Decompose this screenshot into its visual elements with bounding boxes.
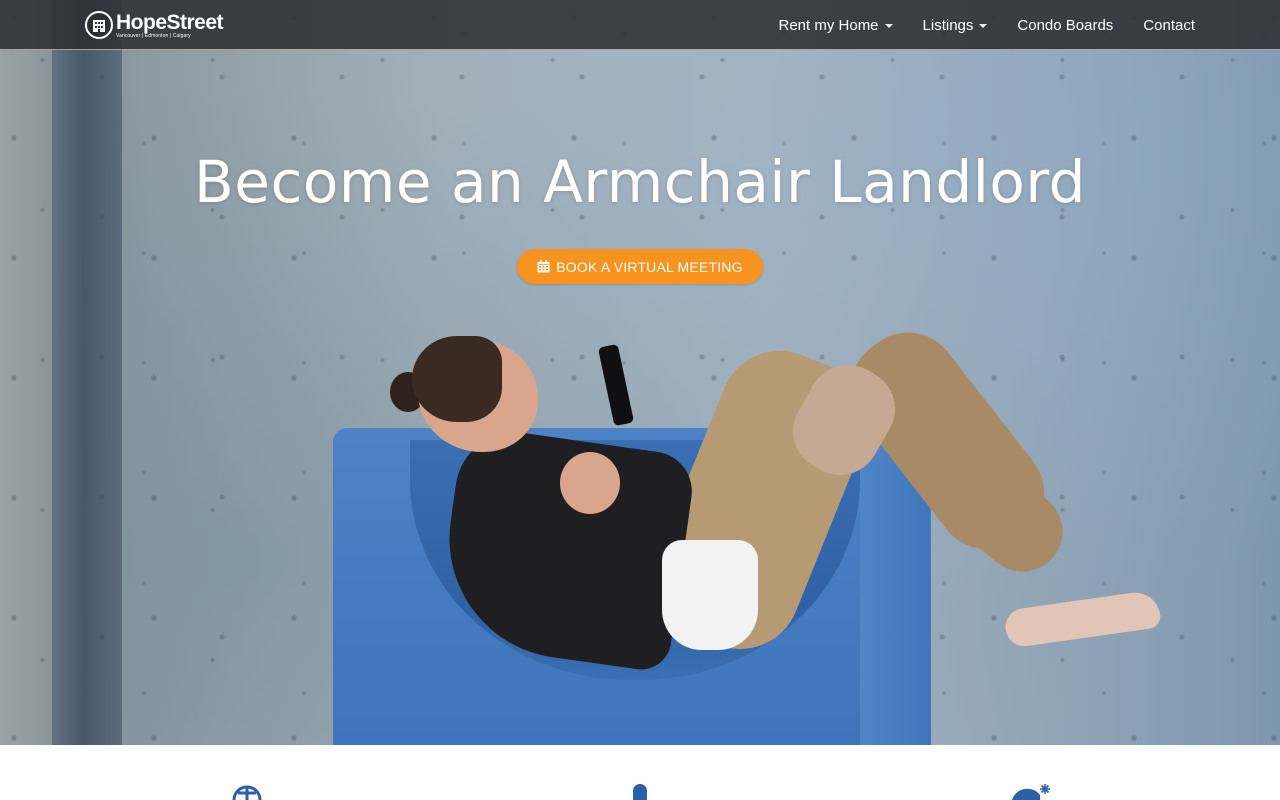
features-section [0,745,1280,800]
calendar-icon [537,260,550,273]
nav-item-rent-my-home[interactable]: Rent my Home [779,17,893,34]
shoe [1003,589,1162,649]
hand [560,452,620,514]
nav-item-condo-boards[interactable]: Condo Boards [1017,17,1113,34]
globe-icon [232,783,262,800]
nav-label: Listings [922,16,974,34]
hair [412,336,502,422]
phone [597,343,635,427]
hero-title: Become an Armchair Landlord [194,148,1086,216]
main-menu: Rent my Home Listings Condo Boards Conta… [779,0,1196,50]
building-icon [85,11,113,39]
hero-banner: Become an Armchair Landlord BOOK A VIRTU… [0,0,1280,745]
nav-label: Contact [1143,16,1195,34]
nav-label: Condo Boards [1017,16,1114,34]
jacket [433,424,698,674]
bomb-icon [1010,783,1056,800]
brand-tagline: Vancouver | Edmonton | Calgary [116,32,191,39]
nav-item-contact[interactable]: Contact [1143,17,1195,34]
nav-item-listings[interactable]: Listings [923,17,988,34]
caret-down-icon [884,24,893,28]
top-navbar: HopeStreet Vancouver | Edmonton | Calgar… [0,0,1280,50]
book-virtual-meeting-label: BOOK A VIRTUAL MEETING [556,258,743,275]
hopestreet-logo[interactable]: HopeStreet Vancouver | Edmonton | Calgar… [85,9,224,41]
caret-down-icon [979,24,988,28]
person-icon [630,783,650,800]
hero-photo-woman [0,0,1280,745]
nav-label: Rent my Home [778,16,879,34]
shirt [662,540,758,650]
book-virtual-meeting-button[interactable]: BOOK A VIRTUAL MEETING [517,249,763,284]
brand-name: HopeStreet [116,10,224,34]
